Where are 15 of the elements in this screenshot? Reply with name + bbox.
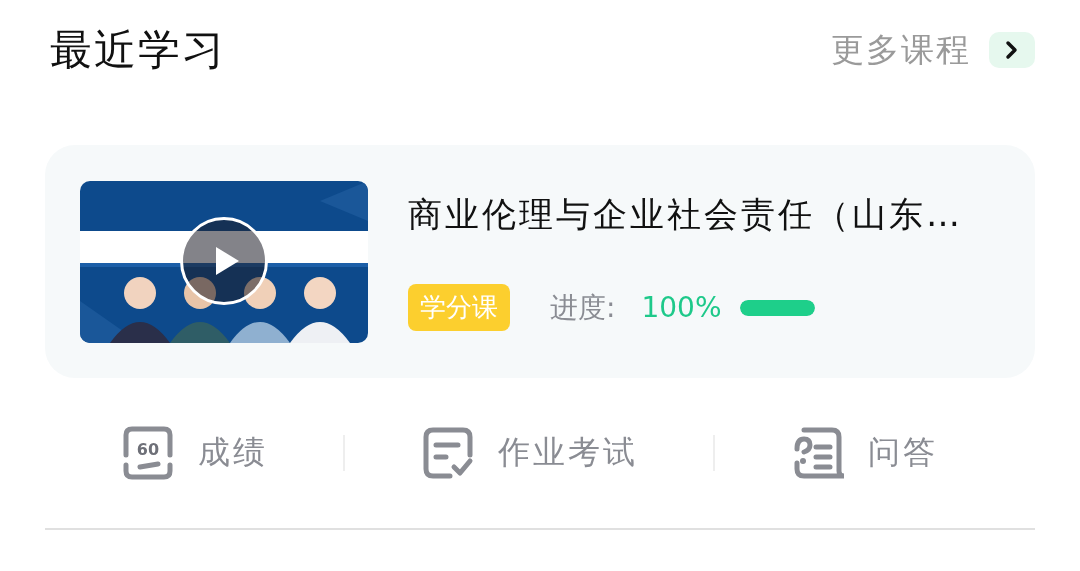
action-item[interactable]: 60 成绩	[120, 425, 268, 481]
action-label: 作业考试	[498, 432, 638, 473]
section-title: 最近学习	[50, 24, 226, 76]
more-courses-link[interactable]: 更多课程	[831, 27, 971, 73]
course-title: 商业伦理与企业社会责任（山东…	[408, 193, 963, 236]
chevron-button[interactable]	[989, 32, 1035, 68]
action-item[interactable]: 问答	[790, 425, 938, 481]
action-label: 成绩	[198, 432, 268, 473]
credit-tag: 学分课	[408, 284, 510, 331]
course-card[interactable]: 商业伦理与企业社会责任（山东… 学分课 进度: 100%	[45, 145, 1035, 378]
chevron-right-icon	[1005, 40, 1019, 60]
action-label: 问答	[868, 432, 938, 473]
action-item[interactable]: 作业考试	[420, 425, 638, 481]
progress-label: 进度:	[550, 289, 616, 326]
progress-value: 100%	[641, 291, 722, 324]
